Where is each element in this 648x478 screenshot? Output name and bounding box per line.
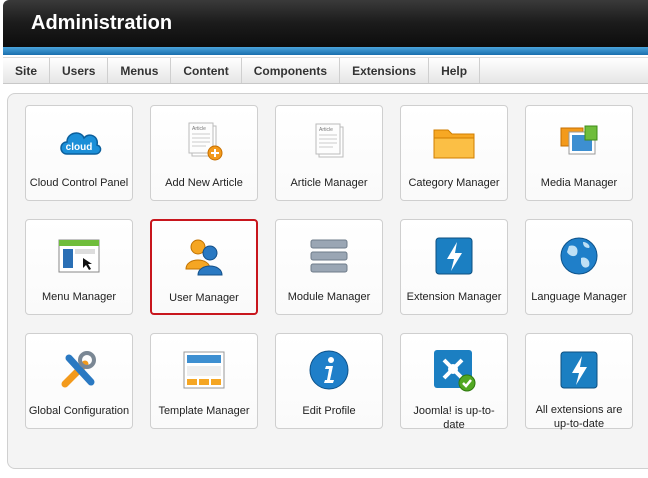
users-icon [185,239,223,276]
tile-category-manager[interactable]: Category Manager [400,105,508,201]
tile-cloud-control-panel[interactable]: cloud Cloud Control Panel [25,105,133,201]
tile-label: All extensions are up-to-date [535,404,623,430]
menu-item-help[interactable]: Help [429,58,481,83]
admin-header: Administration [3,0,648,50]
header-accent-stripe [3,47,648,55]
extension-icon [435,237,473,275]
tile-language-manager[interactable]: Language Manager [525,219,633,315]
main-menu-bar: Site Users Menus Content Components Exte… [3,57,648,84]
tile-module-manager[interactable]: Module Manager [275,219,383,315]
tile-joomla-up-to-date[interactable]: Joomla! is up-to-date [400,333,508,431]
media-icon [560,125,598,155]
tile-label: Joomla! is up-to-date [413,405,495,431]
tile-extensions-up-to-date[interactable]: All extensions are up-to-date [525,333,633,430]
menu-icon [58,239,100,273]
add-article-icon: Article [188,122,223,161]
tile-label: User Manager [169,292,239,304]
tile-label: Language Manager [531,291,627,303]
tile-label: Edit Profile [302,405,356,417]
tile-label: Template Manager [158,405,250,417]
tile-label: Media Manager [540,177,618,189]
extensions-update-icon [560,351,598,389]
tile-article-manager[interactable]: Article Article Manager [275,105,383,201]
svg-text:Article: Article [192,126,206,132]
tile-label: Menu Manager [42,291,116,303]
menu-item-components[interactable]: Components [242,58,341,83]
tile-menu-manager[interactable]: Menu Manager [25,219,133,315]
article-icon: Article [315,123,344,158]
svg-text:Article: Article [319,127,333,133]
tile-label: Module Manager [287,291,371,303]
menu-item-extensions[interactable]: Extensions [340,58,430,83]
joomla-check-icon [434,350,476,392]
tile-label: Article Manager [290,177,368,189]
template-icon [183,351,225,389]
menu-item-content[interactable]: Content [171,58,242,83]
menu-item-menus[interactable]: Menus [108,58,172,83]
tile-extension-manager[interactable]: Extension Manager [400,219,508,315]
tile-user-manager[interactable]: User Manager [150,219,258,315]
tile-media-manager[interactable]: Media Manager [525,105,633,201]
tile-label: Extension Manager [406,291,502,303]
control-panel: cloud Cloud Control Panel Article Add Ne… [7,93,648,469]
cloud-icon: cloud [60,132,102,155]
tile-label: Add New Article [165,177,243,189]
tile-label: Cloud Control Panel [29,177,129,189]
tools-icon [61,351,96,388]
tile-global-configuration[interactable]: Global Configuration [25,333,133,429]
page-title: Administration [31,12,173,34]
module-icon [310,239,348,273]
tile-edit-profile[interactable]: Edit Profile [275,333,383,429]
globe-icon [560,237,598,275]
tile-label: Global Configuration [28,405,130,417]
svg-text:cloud: cloud [66,142,93,153]
info-icon [309,350,349,390]
menu-item-users[interactable]: Users [50,58,109,83]
tile-template-manager[interactable]: Template Manager [150,333,258,429]
tile-label: Category Manager [408,177,500,189]
tile-add-new-article[interactable]: Article Add New Article [150,105,258,201]
folder-icon [433,129,475,159]
menu-item-site[interactable]: Site [3,58,51,83]
